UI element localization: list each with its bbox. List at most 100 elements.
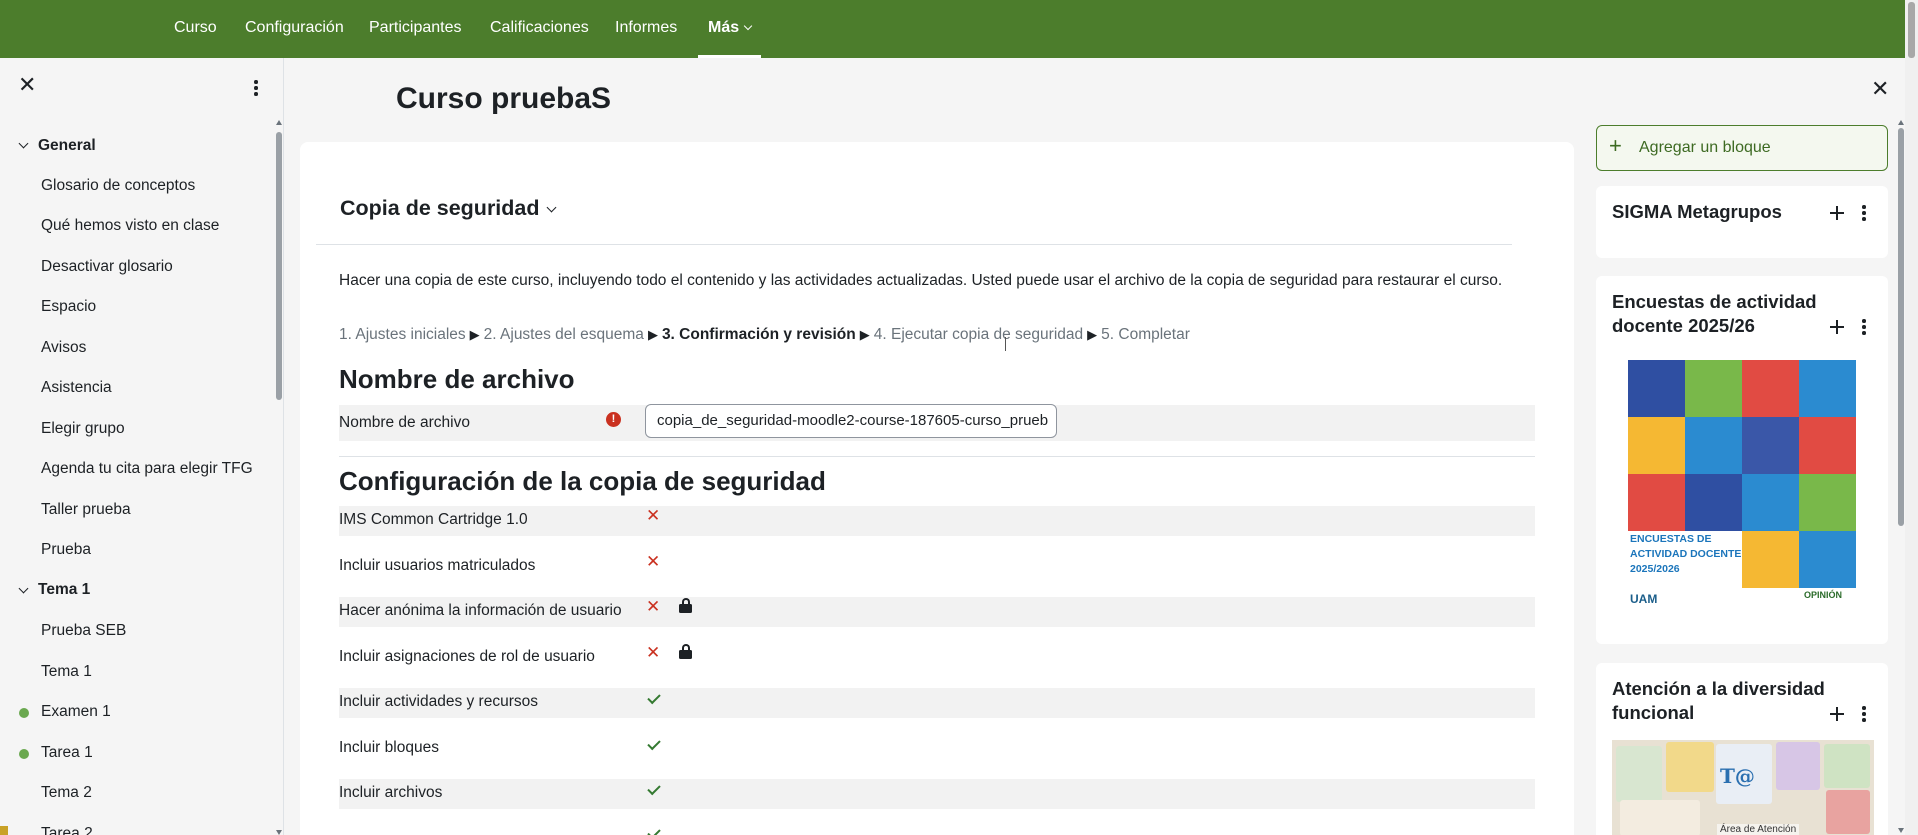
course-index-item[interactable]: Tarea 1 <box>41 744 93 762</box>
diversity-image-footer: Área de Atención <box>1717 824 1800 835</box>
filename-heading: Nombre de archivo <box>339 364 575 394</box>
course-index-item[interactable]: Espacio <box>41 298 96 316</box>
course-index-item[interactable]: Glosario de conceptos <box>41 177 195 195</box>
setting-row: Incluir usuarios matriculados <box>339 552 1535 582</box>
survey-caption: ENCUESTAS DE ACTIVIDAD DOCENTE 2025/2026 <box>1630 533 1742 575</box>
survey-banner-image[interactable]: ENCUESTAS DE ACTIVIDAD DOCENTE 2025/2026 U… <box>1628 360 1856 610</box>
step-separator: ▶ <box>647 327 658 342</box>
divider <box>339 456 1535 457</box>
block-title: Atención a la diversidad funcional <box>1612 678 1825 723</box>
chevron-down-icon <box>546 202 556 213</box>
course-index-drawer: ✕ General Glosario de conceptos Qué hemo… <box>0 58 284 835</box>
block-kebab-menu-icon[interactable] <box>1862 205 1866 223</box>
page-scrollbar[interactable] <box>1905 0 1918 835</box>
add-block-label: Agregar un bloque <box>1639 139 1771 156</box>
setting-label: Hacer anónima la información de usuario <box>339 602 622 619</box>
drawer-kebab-menu-icon[interactable] <box>254 80 258 98</box>
block-drawer-scrollbar-thumb[interactable] <box>1898 128 1904 526</box>
scroll-down-arrow-icon[interactable] <box>276 830 282 835</box>
setting-row: Incluir asignaciones de rol de usuario <box>339 643 1535 673</box>
diversity-banner-image[interactable]: T@ Área de Atención <box>1612 740 1874 835</box>
course-index-item[interactable]: Agenda tu cita para elegir TFG <box>41 460 253 478</box>
setting-label: Incluir actividades y recursos <box>339 693 538 710</box>
top-navigation: Curso Configuración Participantes Califi… <box>0 0 1905 58</box>
filename-input[interactable]: copia_de_seguridad-moodle2-course-187605… <box>645 404 1057 438</box>
lock-icon <box>679 598 692 613</box>
settings-heading: Configuración de la copia de seguridad <box>339 466 826 496</box>
block-kebab-menu-icon[interactable] <box>1862 706 1866 724</box>
add-block-button[interactable]: + Agregar un bloque <box>1596 125 1888 171</box>
setting-label: Incluir bloques <box>339 739 439 756</box>
section-tema-1[interactable]: Tema 1 <box>38 581 90 599</box>
backup-page-heading[interactable]: Copia de seguridad <box>340 196 556 221</box>
course-index-item[interactable]: Tema 1 <box>41 663 92 681</box>
step-item-current: 3. Confirmación y revisión <box>661 326 856 343</box>
scroll-down-arrow-icon[interactable] <box>1898 828 1904 833</box>
move-icon[interactable] <box>1830 320 1844 334</box>
block-sigma-metagrupos: SIGMA Metagrupos <box>1596 186 1888 258</box>
lock-icon <box>679 644 692 659</box>
setting-row: Hacer anónima la información de usuario <box>339 597 1535 627</box>
tab-curso[interactable]: Curso <box>174 0 217 58</box>
course-index-item[interactable]: Taller prueba <box>41 501 131 519</box>
tab-label: Informes <box>615 19 678 36</box>
tab-informes[interactable]: Informes <box>615 0 677 58</box>
chevron-down-icon[interactable] <box>18 583 29 594</box>
text-cursor <box>1005 337 1007 351</box>
edge-marker <box>0 826 8 835</box>
step-separator: ▶ <box>469 327 480 342</box>
chevron-down-icon <box>743 21 753 31</box>
completion-dot-icon <box>19 749 29 759</box>
tab-configuracion[interactable]: Configuración <box>245 0 344 58</box>
scroll-up-arrow-icon[interactable] <box>1898 120 1904 125</box>
chevron-down-icon[interactable] <box>18 138 29 149</box>
cross-icon: ✕ <box>646 552 661 571</box>
cross-icon: ✕ <box>646 506 661 525</box>
drawer-scrollbar-thumb[interactable] <box>276 132 282 400</box>
step-item: 1. Ajustes iniciales <box>339 326 466 343</box>
tab-label: Configuración <box>245 19 344 36</box>
tab-mas[interactable]: Más <box>698 0 762 58</box>
close-drawer-icon[interactable]: ✕ <box>18 74 36 96</box>
tab-label: Participantes <box>369 19 462 36</box>
page-scrollbar-thumb[interactable] <box>1908 2 1915 58</box>
cross-icon: ✕ <box>646 643 661 662</box>
course-index-item[interactable]: Asistencia <box>41 379 112 397</box>
backup-description: Hacer una copia de este curso, incluyend… <box>339 272 1503 289</box>
course-index-item[interactable]: Examen 1 <box>41 703 111 721</box>
move-icon[interactable] <box>1830 707 1844 721</box>
page-title: Curso pruebaS <box>396 82 612 115</box>
step-separator: ▶ <box>859 327 870 342</box>
completion-dot-icon <box>19 708 29 718</box>
setting-row: Incluir actividades y recursos <box>339 688 1535 718</box>
tab-label: Más <box>708 19 740 36</box>
course-index-item[interactable]: Prueba <box>41 541 91 559</box>
setting-label: Incluir archivos <box>339 784 443 801</box>
tab-calificaciones[interactable]: Calificaciones <box>490 0 589 58</box>
setting-label: Incluir asignaciones de rol de usuario <box>339 648 595 665</box>
setting-label: IMS Common Cartridge 1.0 <box>339 511 528 528</box>
block-title: SIGMA Metagrupos <box>1612 201 1782 222</box>
opinion-logo: OPINIÓN <box>1804 590 1843 600</box>
section-general[interactable]: General <box>38 137 96 155</box>
filename-label: Nombre de archivo <box>339 414 470 431</box>
block-title: Encuestas de actividad docente 2025/26 <box>1612 291 1817 336</box>
plus-icon: + <box>1609 133 1622 158</box>
tab-participantes[interactable]: Participantes <box>369 0 462 58</box>
block-kebab-menu-icon[interactable] <box>1862 319 1866 337</box>
backup-heading-label: Copia de seguridad <box>340 196 540 220</box>
course-index-item[interactable]: Tarea 2 <box>41 825 93 835</box>
required-icon: ! <box>606 412 621 427</box>
diversity-image-text: T@ <box>1720 764 1755 788</box>
course-index-item[interactable]: Qué hemos visto en clase <box>41 217 219 235</box>
scroll-up-arrow-icon[interactable] <box>276 120 282 125</box>
course-index-item[interactable]: Elegir grupo <box>41 420 125 438</box>
course-index-item[interactable]: Avisos <box>41 339 86 357</box>
divider <box>316 244 1512 245</box>
close-block-drawer-icon[interactable]: ✕ <box>1871 78 1889 100</box>
course-index-item[interactable]: Tema 2 <box>41 784 92 802</box>
course-index-item[interactable]: Desactivar glosario <box>41 258 173 276</box>
setting-row: Incluir archivos <box>339 779 1535 809</box>
course-index-item[interactable]: Prueba SEB <box>41 622 126 640</box>
move-icon[interactable] <box>1830 206 1844 220</box>
